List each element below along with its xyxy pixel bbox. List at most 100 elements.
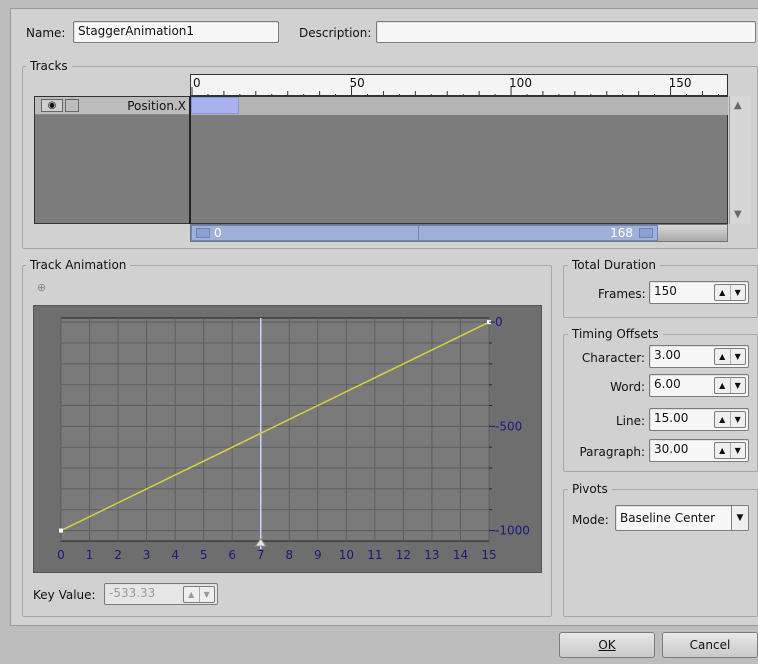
character-offset-label: Character: (581, 351, 645, 365)
word-offset-input[interactable]: 6.00 ▲ ▼ (649, 374, 749, 397)
ok-button[interactable]: OK (559, 632, 655, 658)
range-divider (418, 226, 419, 241)
x-tick-label: 3 (143, 548, 151, 562)
x-tick-label: 13 (424, 548, 439, 562)
ruler-tick-label: 50 (350, 76, 365, 90)
playhead-line (189, 96, 191, 224)
frames-spinner[interactable]: ▲ ▼ (714, 284, 746, 301)
decrement-icon[interactable]: ▼ (729, 285, 746, 300)
x-tick-label: 4 (171, 548, 179, 562)
x-tick-label: 6 (228, 548, 236, 562)
key-value-input[interactable]: -533.33 ▲ ▼ (104, 583, 218, 605)
tracks-list (34, 96, 728, 224)
y-tick-label: -500 (495, 419, 522, 433)
paragraph-offset-input[interactable]: 30.00 ▲ ▼ (649, 439, 749, 462)
key-value-spinner[interactable]: ▲ ▼ (183, 586, 215, 603)
line-offset-value: 15.00 (654, 411, 689, 425)
graph-canvas: 0 1 2 3 4 5 6 7 8 9 10 11 12 13 14 150-500-1000 (57, 315, 530, 562)
frames-label: Frames: (598, 287, 646, 301)
range-end-handle[interactable] (639, 228, 653, 238)
x-tick-label: 11 (367, 548, 382, 562)
character-offset-spinner[interactable]: ▲ ▼ (714, 348, 746, 365)
decrement-icon[interactable]: ▼ (729, 349, 746, 364)
name-label: Name: (26, 26, 66, 40)
animation-graph[interactable]: 0 1 2 3 4 5 6 7 8 9 10 11 12 13 14 15 0 -500 -1000 (33, 305, 542, 573)
eye-icon[interactable]: ◉ (41, 99, 63, 112)
track-label: Position.X (127, 99, 186, 113)
range-start-label: 0 (214, 226, 222, 240)
range-end-label: 168 (610, 226, 633, 240)
ruler-tick-label: 100 (509, 76, 532, 90)
total-duration-title: Total Duration (568, 258, 660, 272)
x-tick-label: 12 (396, 548, 411, 562)
x-tick-label: 15 (481, 548, 496, 562)
decrement-icon[interactable]: ▼ (729, 412, 746, 427)
increment-icon[interactable]: ▲ (715, 443, 730, 458)
x-tick-label: 14 (453, 548, 468, 562)
cancel-button[interactable]: Cancel (662, 632, 758, 658)
decrement-icon[interactable]: ▼ (729, 443, 746, 458)
character-offset-value: 3.00 (654, 348, 681, 362)
x-tick-label: 10 (339, 548, 354, 562)
track-timeline-row[interactable] (190, 97, 728, 115)
frames-value: 150 (654, 284, 677, 298)
tracks-ruler[interactable]: 0 50 100 150 (190, 74, 728, 96)
ruler-ticks: 0 50 100 150 (191, 76, 719, 95)
y-tick-label: 0 (495, 315, 503, 329)
line-offset-spinner[interactable]: ▲ ▼ (714, 411, 746, 428)
key-value-label: Key Value: (33, 588, 96, 602)
increment-icon[interactable]: ▲ (715, 412, 730, 427)
paragraph-offset-value: 30.00 (654, 442, 689, 456)
tracks-scrollbar[interactable]: ▲ ▼ (729, 96, 751, 224)
track-key-block[interactable] (191, 97, 239, 114)
decrement-icon[interactable]: ▼ (198, 587, 215, 602)
character-offset-input[interactable]: 3.00 ▲ ▼ (649, 345, 749, 368)
scroll-up-icon[interactable]: ▲ (734, 100, 742, 111)
increment-icon[interactable]: ▲ (715, 349, 730, 364)
line-offset-label: Line: (615, 414, 645, 428)
keyframe-point[interactable] (59, 528, 63, 533)
tracks-title: Tracks (26, 59, 72, 73)
plot-area (60, 317, 490, 542)
name-input[interactable]: StaggerAnimation1 (73, 21, 279, 43)
pivots-title: Pivots (568, 482, 612, 496)
x-tick-label: 1 (86, 548, 94, 562)
track-animation-title: Track Animation (26, 258, 131, 272)
chevron-down-icon[interactable]: ▼ (731, 506, 748, 530)
scroll-down-icon[interactable]: ▼ (734, 209, 742, 220)
x-tick-label: 7 (257, 548, 265, 562)
lock-toggle-icon[interactable] (65, 99, 79, 112)
description-label: Description: (299, 26, 372, 40)
decrement-icon[interactable]: ▼ (729, 378, 746, 393)
x-tick-label: 0 (57, 548, 65, 562)
description-input[interactable] (376, 21, 756, 43)
paragraph-offset-label: Paragraph: (579, 445, 645, 459)
timing-offsets-title: Timing Offsets (568, 327, 663, 341)
ruler-tick-label: 0 (193, 76, 201, 90)
x-tick-label: 5 (200, 548, 208, 562)
x-tick-label: 9 (314, 548, 322, 562)
x-tick-label: 2 (114, 548, 122, 562)
mode-select[interactable]: Baseline Center ▼ (615, 505, 749, 531)
y-tick-label: -1000 (495, 524, 530, 538)
range-start-handle[interactable] (196, 228, 210, 238)
cancel-button-label: Cancel (689, 638, 731, 652)
mode-label: Mode: (572, 513, 609, 527)
mode-value: Baseline Center (620, 511, 716, 525)
ruler-tick-label: 150 (669, 76, 692, 90)
range-bar[interactable]: 0 168 (191, 225, 658, 241)
word-offset-value: 6.00 (654, 377, 681, 391)
key-value-text: -533.33 (109, 586, 156, 600)
track-row[interactable]: ◉ Position.X (35, 97, 190, 115)
increment-icon[interactable]: ▲ (715, 285, 730, 300)
paragraph-offset-spinner[interactable]: ▲ ▼ (714, 442, 746, 459)
word-offset-label: Word: (610, 380, 645, 394)
line-offset-input[interactable]: 15.00 ▲ ▼ (649, 408, 749, 431)
frames-input[interactable]: 150 ▲ ▼ (649, 281, 749, 304)
increment-icon[interactable]: ▲ (715, 378, 730, 393)
add-key-icon[interactable]: ⊕ (37, 281, 51, 295)
word-offset-spinner[interactable]: ▲ ▼ (714, 377, 746, 394)
increment-icon[interactable]: ▲ (184, 587, 199, 602)
ok-button-label: OK (598, 638, 616, 652)
x-tick-label: 8 (285, 548, 293, 562)
